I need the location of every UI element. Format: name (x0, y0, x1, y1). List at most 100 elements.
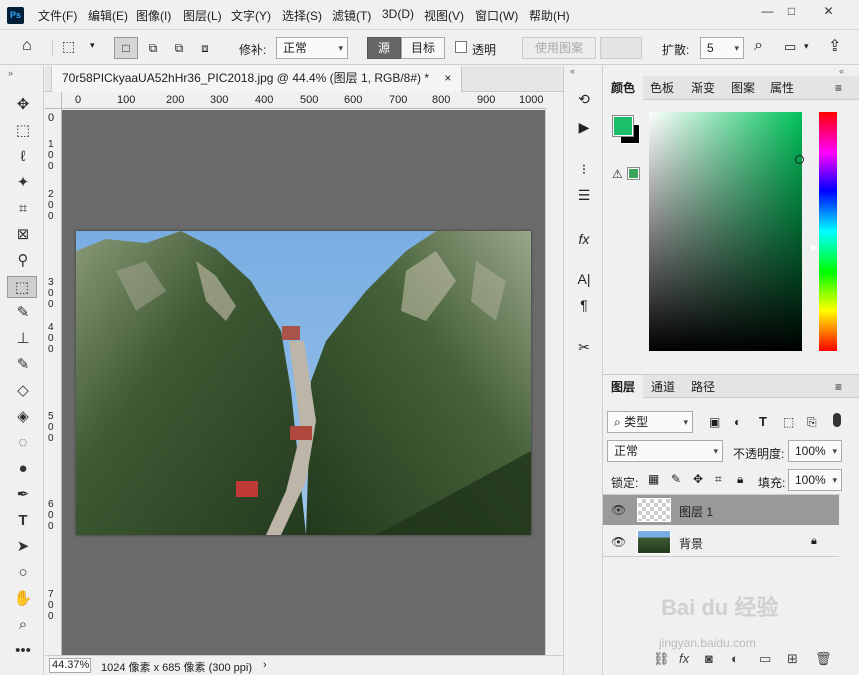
color-field[interactable] (649, 112, 804, 351)
opacity-field[interactable]: 100% ▾ (788, 440, 842, 462)
menu-type[interactable]: 文字(Y) (231, 7, 271, 24)
dodge-tool-icon[interactable]: ● (10, 458, 36, 480)
link-layers-icon[interactable]: ⛓︎ (653, 651, 670, 667)
ellipse-tool-icon[interactable]: ○ (10, 562, 36, 584)
menu-file[interactable]: 文件(F) (38, 7, 77, 24)
workspace-icon[interactable]: ▭ (784, 39, 796, 55)
menu-edit[interactable]: 编辑(E) (88, 7, 128, 24)
menu-view[interactable]: 视图(V) (424, 7, 464, 24)
blur-tool-icon[interactable]: ◌ (10, 432, 36, 454)
blend-mode-select[interactable]: 正常 ▾ (607, 440, 723, 462)
intersect-selection-button[interactable]: ⧈ (194, 37, 216, 59)
repair-mode-select[interactable]: 正常 ▾ (276, 37, 348, 59)
patch-tool-preset-icon[interactable]: ⬚ (62, 38, 75, 55)
filter-shape-icon[interactable]: ⬚ (783, 415, 794, 429)
tab-channels[interactable]: 通道 (643, 375, 683, 399)
new-group-icon[interactable]: ▭ (759, 651, 771, 667)
foreground-color-swatch[interactable] (612, 115, 634, 137)
visibility-eye-icon[interactable]: 👁︎ (611, 535, 626, 549)
source-button[interactable]: 源 (367, 37, 401, 59)
lock-transparent-icon[interactable]: ▦ (648, 472, 659, 486)
hue-slider[interactable]: ▶ (811, 112, 837, 351)
magic-wand-icon[interactable]: ✦ (10, 172, 36, 194)
menu-filter[interactable]: 滤镜(T) (332, 7, 371, 24)
document-image[interactable] (76, 231, 531, 535)
collapse-icon[interactable]: » (8, 68, 13, 78)
history-icon[interactable]: ⟲ (572, 88, 596, 110)
home-icon[interactable]: ⌂ (22, 37, 32, 55)
lock-move-icon[interactable]: ✥ (693, 472, 703, 486)
chevron-right-icon[interactable]: › (263, 659, 267, 671)
tab-properties[interactable]: 属性 (763, 76, 801, 100)
panel-menu-icon[interactable]: ≡ (835, 81, 842, 95)
zoom-tool-icon[interactable]: ⌕ (10, 614, 36, 636)
layer-filter-select[interactable]: ⌕ 类型 ▾ (607, 411, 693, 433)
styles-icon[interactable]: fx (572, 228, 596, 250)
pattern-picker[interactable] (600, 37, 642, 59)
tab-patterns[interactable]: 图案 (724, 76, 762, 100)
type-tool-icon[interactable]: T (10, 510, 36, 532)
diffuse-select[interactable]: 5 ▾ (700, 37, 744, 59)
menu-help[interactable]: 帮助(H) (529, 7, 570, 24)
filter-toggle[interactable] (833, 413, 841, 427)
menu-window[interactable]: 窗口(W) (475, 7, 518, 24)
new-layer-icon[interactable]: ⊞ (787, 651, 798, 667)
menu-image[interactable]: 图像(I) (136, 7, 171, 24)
filter-pixel-icon[interactable]: ▣ (709, 415, 720, 429)
search-icon[interactable]: ⌕ (754, 37, 763, 55)
tab-color[interactable]: 颜色 (603, 76, 643, 100)
frame-tool-icon[interactable]: ⊠ (10, 224, 36, 246)
hue-slider-handle[interactable]: ▶ (811, 243, 817, 252)
crop-tool-icon[interactable]: ⌗ (10, 198, 36, 220)
pen-tool-icon[interactable]: ✒ (10, 484, 36, 506)
zoom-level-field[interactable]: 44.37% (49, 658, 91, 673)
brush-settings-icon[interactable]: ⁝ (572, 158, 596, 180)
close-tab-icon[interactable]: × (444, 71, 451, 85)
transparent-checkbox[interactable] (455, 41, 467, 53)
path-select-icon[interactable]: ➤ (10, 536, 36, 558)
visibility-eye-icon[interactable]: 👁︎ (611, 503, 626, 517)
patch-tool-icon[interactable]: ⬚ (7, 276, 37, 298)
horizontal-ruler[interactable]: 0 100 200 300 400 500 600 700 800 900 10… (62, 92, 547, 109)
tab-gradients[interactable]: 渐变 (683, 76, 723, 100)
add-selection-button[interactable]: ⧉ (142, 37, 164, 59)
chevron-down-icon[interactable]: ▾ (804, 41, 809, 52)
adjustment-layer-icon[interactable]: ◐ (731, 651, 739, 666)
filter-adjustment-icon[interactable]: ◐ (734, 415, 741, 429)
layer-row[interactable]: 👁︎ 背景 🔒︎ (603, 527, 839, 557)
panel-menu-icon[interactable]: ≡ (835, 380, 842, 394)
menu-layer[interactable]: 图层(L) (183, 7, 222, 24)
fill-field[interactable]: 100% ▾ (788, 469, 842, 491)
filter-smart-object-icon[interactable]: ⎘ (807, 415, 817, 430)
color-picker-handle[interactable] (795, 155, 804, 164)
gamut-swatch[interactable] (627, 167, 640, 180)
lock-all-icon[interactable]: 🔒︎ (737, 472, 743, 487)
target-button[interactable]: 目标 (401, 37, 445, 59)
layer-row[interactable]: 👁︎ 图层 1 (603, 495, 839, 525)
chevron-down-icon[interactable]: ▾ (90, 40, 95, 51)
restore-button[interactable]: □ (775, 0, 808, 22)
character-icon[interactable]: A| (572, 268, 596, 290)
more-tools-icon[interactable]: ••• (10, 640, 36, 662)
lock-paint-icon[interactable]: ✎ (671, 472, 681, 486)
use-pattern-button[interactable]: 使用图案 (522, 37, 596, 59)
move-tool-icon[interactable]: ✥ (10, 94, 36, 116)
tool-presets-icon[interactable]: ✂ (572, 336, 596, 358)
menu-3d[interactable]: 3D(D) (382, 7, 414, 21)
paragraph-icon[interactable]: ¶ (572, 294, 596, 316)
tab-paths[interactable]: 路径 (683, 375, 723, 399)
history-brush-icon[interactable]: ✎ (10, 354, 36, 376)
fx-icon[interactable]: fx (679, 651, 689, 666)
adjustments-icon[interactable]: ☰ (572, 184, 596, 206)
collapse-icon[interactable]: « (839, 66, 844, 76)
collapse-icon[interactable]: « (570, 66, 575, 76)
tab-layers[interactable]: 图层 (603, 375, 643, 399)
share-icon[interactable]: ⇪ (828, 36, 841, 56)
close-window-button[interactable]: ✕ (812, 0, 845, 22)
menu-select[interactable]: 选择(S) (282, 7, 322, 24)
eraser-icon[interactable]: ◇ (10, 380, 36, 402)
subtract-selection-button[interactable]: ⧉ (168, 37, 190, 59)
actions-play-icon[interactable]: ▶ (572, 116, 596, 138)
lasso-tool-icon[interactable]: ℓ (10, 146, 36, 168)
eyedropper-icon[interactable]: ⚲ (10, 250, 36, 272)
